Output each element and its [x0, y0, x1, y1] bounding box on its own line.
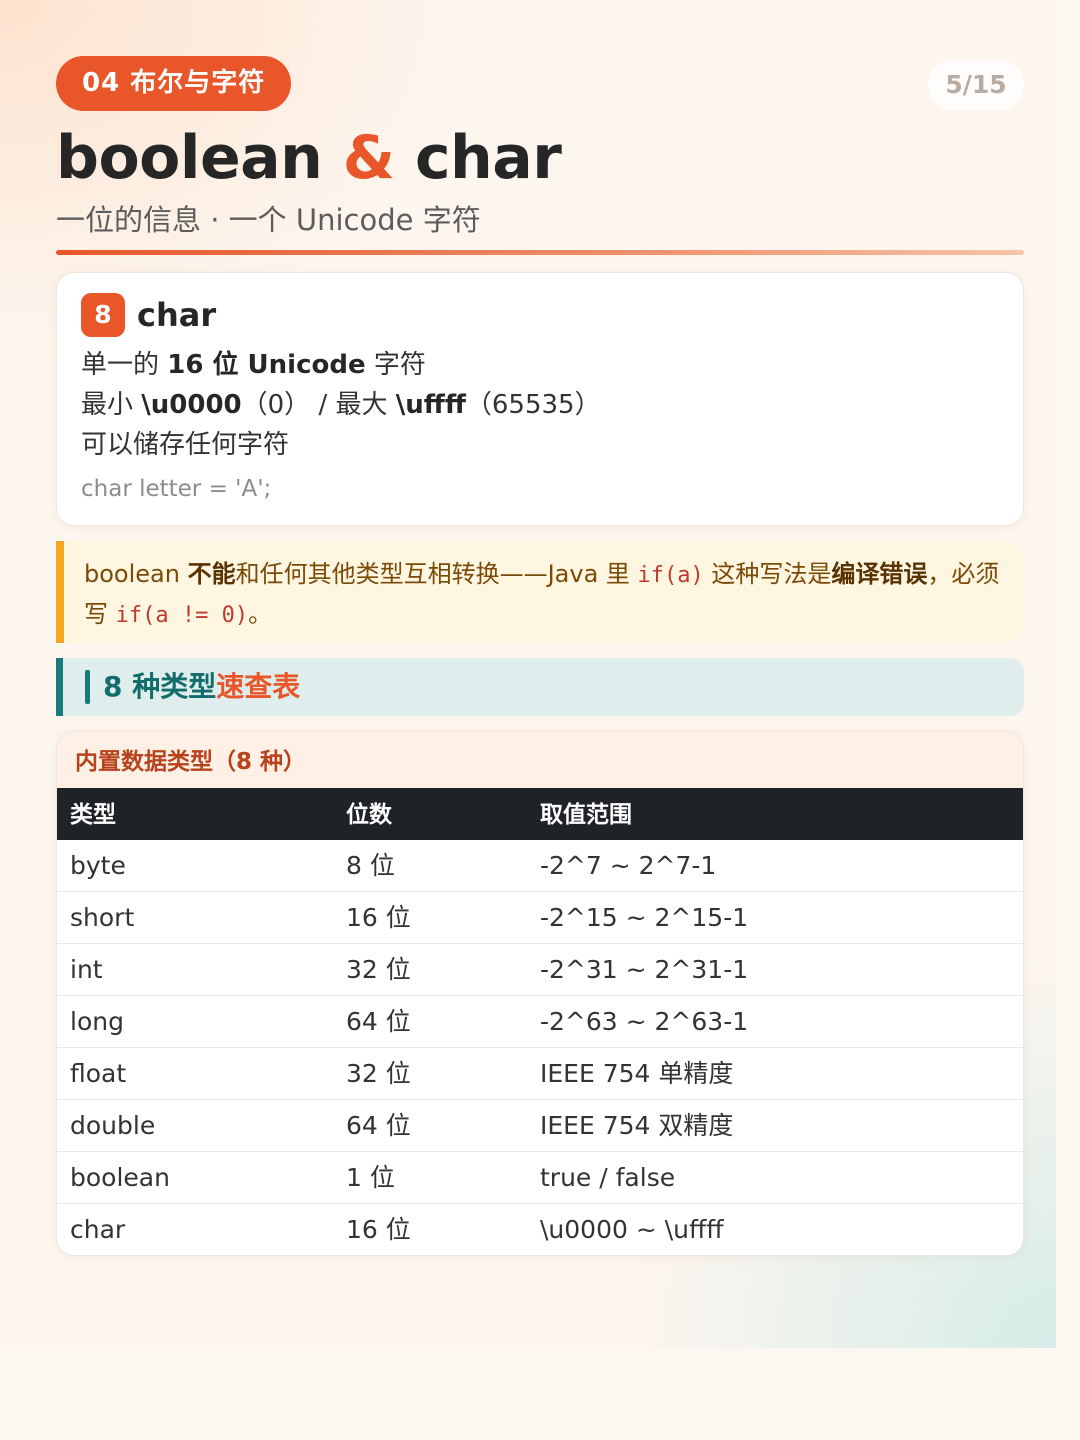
- cell-bits: 32 位: [346, 1059, 411, 1088]
- card-number-badge: 8: [81, 293, 125, 337]
- title-left: boolean: [56, 123, 323, 193]
- table-row: int 32 位 -2^31 ~ 2^31-1: [57, 944, 1023, 996]
- warning-segment: 。: [248, 600, 273, 628]
- cell-type: long: [70, 1007, 124, 1036]
- page-title: boolean & char: [56, 120, 562, 196]
- cell-range: IEEE 754 双精度: [540, 1111, 734, 1140]
- warning-bold: 不能: [187, 560, 236, 588]
- table-body: byte 8 位 -2^7 ~ 2^7-1 short 16 位 -2^15 ~ 2^1…: [57, 840, 1023, 1255]
- card-line-storage: 可以储存任何字符: [81, 430, 290, 460]
- warning-text: boolean 不能和任何其他类型互相转换——Java 里 if(a) 这种写法…: [84, 555, 1004, 635]
- section-header: 8 种类型速查表: [56, 658, 1024, 716]
- card-text: （65535）: [465, 390, 601, 420]
- card-text: 最小: [81, 390, 142, 420]
- types-table: 内置数据类型（8 种） 类型 位数 取值范围 byte 8 位 -2^7 ~ 2^7…: [56, 731, 1024, 1256]
- cell-range: -2^31 ~ 2^31-1: [540, 955, 749, 984]
- cell-range: \u0000 ~ \uffff: [540, 1215, 724, 1244]
- table-row: short 16 位 -2^15 ~ 2^15-1: [57, 892, 1023, 944]
- cell-range: -2^15 ~ 2^15-1: [540, 903, 749, 932]
- warning-bold: 编译错误: [831, 560, 928, 588]
- cell-bits: 64 位: [346, 1007, 411, 1036]
- cell-range: -2^63 ~ 2^63-1: [540, 1007, 749, 1036]
- char-card: 8 char 单一的 16 位 Unicode 字符 最小 \u0000（0） …: [56, 272, 1024, 526]
- section-title: 8 种类型速查表: [103, 667, 300, 707]
- warning-code: if(a): [637, 563, 704, 588]
- cell-bits: 64 位: [346, 1111, 411, 1140]
- table-caption: 内置数据类型（8 种）: [57, 732, 1023, 788]
- card-line-range: 最小 \u0000（0） / 最大 \uffff（65535）: [81, 385, 601, 425]
- title-ampersand: &: [342, 123, 395, 193]
- cell-type: int: [70, 955, 103, 984]
- cell-type: char: [70, 1215, 126, 1244]
- warning-segment: boolean: [84, 560, 188, 588]
- card-bold-text: \uffff: [395, 390, 466, 420]
- column-header-bits: 位数: [346, 802, 392, 828]
- page-counter: 5/15: [928, 60, 1024, 110]
- title-divider: [56, 250, 1024, 255]
- chapter-badge: 04 布尔与字符: [56, 56, 292, 111]
- card-text: 单一的: [81, 350, 168, 380]
- table-row: float 32 位 IEEE 754 单精度: [57, 1048, 1023, 1100]
- card-text: 字符: [365, 350, 426, 380]
- cell-type: byte: [70, 851, 126, 880]
- card-code-example: char letter = 'A';: [81, 476, 272, 502]
- table-row: double 64 位 IEEE 754 双精度: [57, 1100, 1023, 1152]
- column-header-range: 取值范围: [540, 802, 632, 828]
- warning-segment: 这种写法是: [703, 560, 832, 588]
- card-text: （0） / 最大: [241, 390, 396, 420]
- table-row: long 64 位 -2^63 ~ 2^63-1: [57, 996, 1023, 1048]
- table-row: char 16 位 \u0000 ~ \uffff: [57, 1204, 1023, 1255]
- cell-range: true / false: [540, 1163, 676, 1192]
- cell-type: float: [70, 1059, 127, 1088]
- cell-bits: 8 位: [346, 851, 395, 880]
- column-header-type: 类型: [70, 802, 116, 828]
- warning-segment: 和任何其他类型互相转换——Java 里: [235, 560, 638, 588]
- title-right: char: [414, 123, 562, 193]
- card-bold-text: \u0000: [141, 390, 242, 420]
- card-title: char: [137, 296, 217, 334]
- cell-range: -2^7 ~ 2^7-1: [540, 851, 717, 880]
- cell-type: boolean: [70, 1163, 170, 1192]
- table-row: byte 8 位 -2^7 ~ 2^7-1: [57, 840, 1023, 892]
- table-row: boolean 1 位 true / false: [57, 1152, 1023, 1204]
- cell-bits: 16 位: [346, 903, 411, 932]
- cell-bits: 1 位: [346, 1163, 395, 1192]
- top-bar: 04 布尔与字符 5/15: [56, 56, 1024, 112]
- page-subtitle: 一位的信息 · 一个 Unicode 字符: [56, 203, 481, 237]
- card-bold-text: 16 位 Unicode: [167, 350, 366, 380]
- card-line-size: 单一的 16 位 Unicode 字符: [81, 345, 426, 385]
- warning-callout: boolean 不能和任何其他类型互相转换——Java 里 if(a) 这种写法…: [56, 541, 1024, 643]
- section-title-text: 8 种类型: [103, 670, 217, 703]
- table-header-row: 类型 位数 取值范围: [57, 788, 1023, 840]
- cell-type: short: [70, 903, 135, 932]
- warning-code: if(a != 0): [115, 603, 249, 628]
- cell-bits: 32 位: [346, 955, 411, 984]
- cell-type: double: [70, 1111, 156, 1140]
- section-title-highlight: 速查表: [216, 670, 301, 703]
- cell-range: IEEE 754 单精度: [540, 1059, 734, 1088]
- section-bar: [85, 670, 90, 704]
- cell-bits: 16 位: [346, 1215, 411, 1244]
